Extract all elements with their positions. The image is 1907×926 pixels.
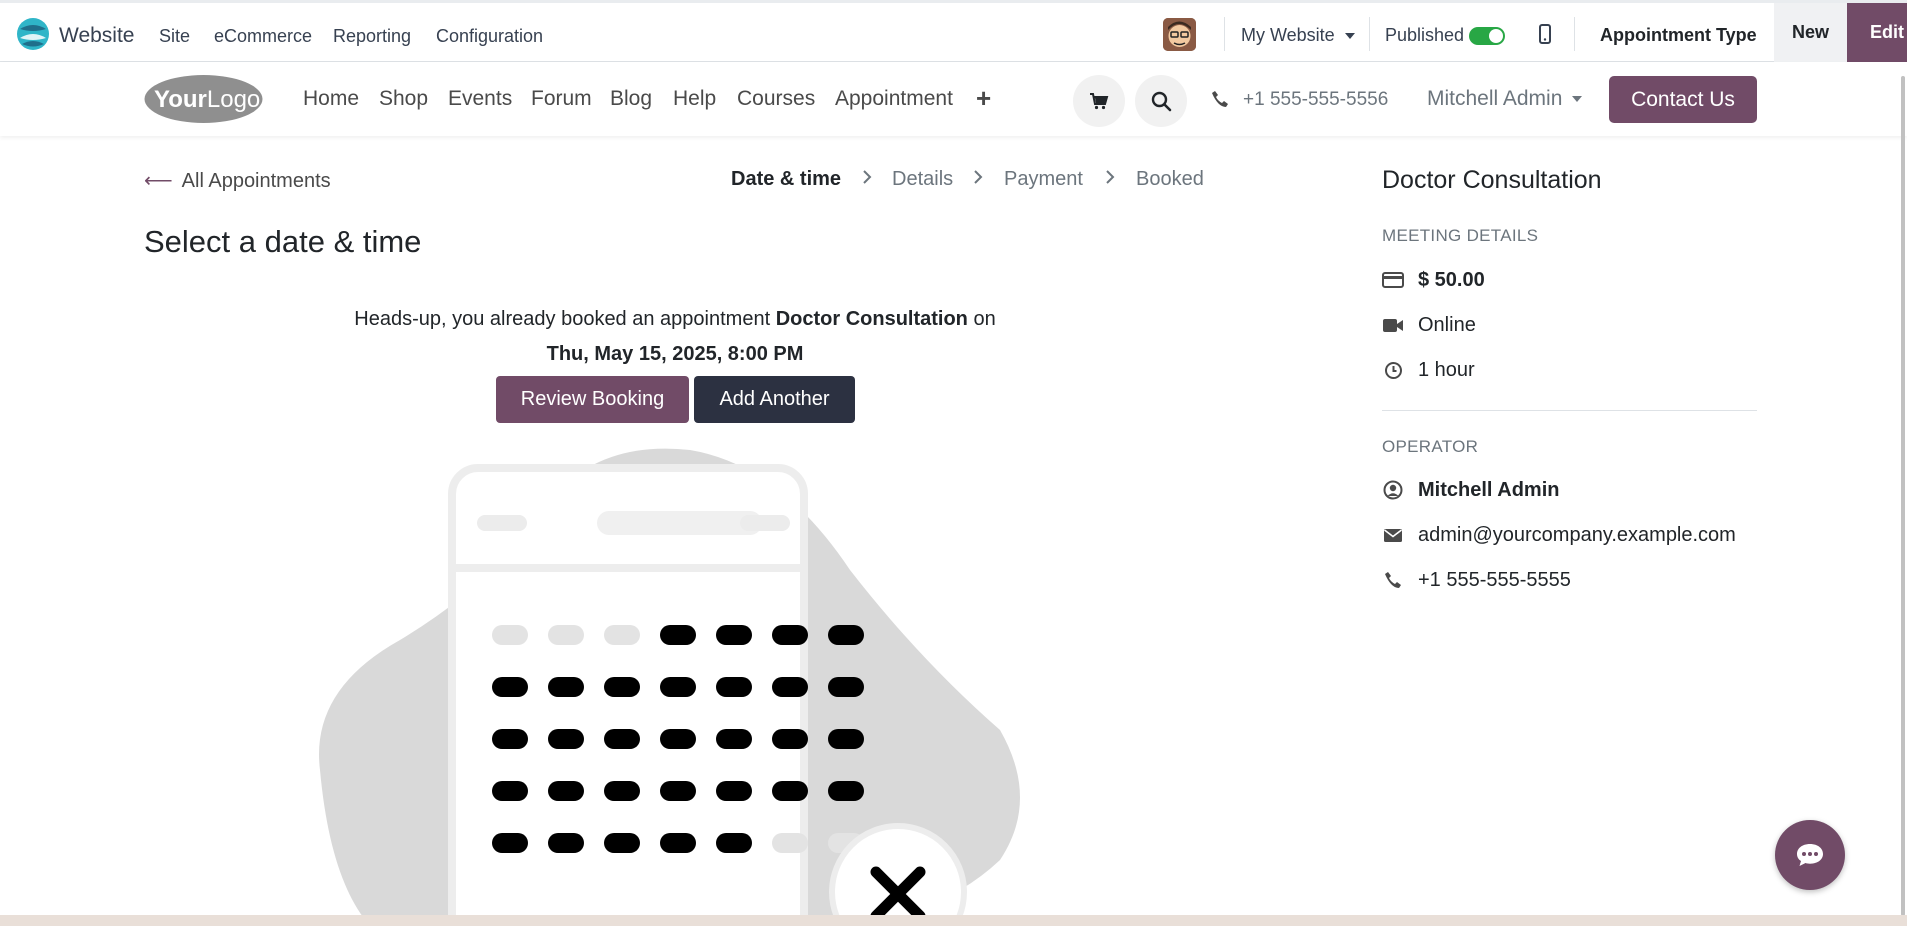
nav-forum[interactable]: Forum [531,87,592,111]
mobile-icon[interactable] [1539,24,1551,44]
nav-courses[interactable]: Courses [737,87,815,111]
divider [1224,17,1225,51]
app-name[interactable]: Website [59,24,134,48]
nav-home[interactable]: Home [303,87,359,111]
nav-phone-link[interactable]: +1 555-555-5556 [1243,89,1388,111]
divider [1574,17,1575,51]
edit-button[interactable]: Edit [1847,3,1907,62]
phone-icon [1212,91,1228,107]
page-scrollbar[interactable] [1899,62,1907,916]
menu-site[interactable]: Site [159,26,190,47]
scrollbar-thumb[interactable] [1901,76,1905,916]
admin-topbar: Website Site eCommerce Reporting Configu… [0,0,1907,62]
notice-on: on [973,308,996,330]
booking-notice: Heads-up, you already booked an appointm… [280,302,1070,372]
menu-ecommerce[interactable]: eCommerce [214,26,312,47]
operator-name-row: Mitchell Admin [1382,477,1559,503]
notice-appointment-name: Doctor Consultation [775,308,968,330]
operator-name: Mitchell Admin [1418,478,1560,501]
nav-shop[interactable]: Shop [379,87,428,111]
menu-configuration[interactable]: Configuration [436,26,543,47]
user-circle-icon [1382,479,1404,501]
user-menu-label: Mitchell Admin [1427,87,1563,110]
new-button[interactable]: New [1774,3,1847,62]
appointment-title: Doctor Consultation [1382,166,1602,194]
meeting-details-label: MEETING DETAILS [1382,226,1539,245]
duration-value: 1 hour [1418,358,1475,381]
user-menu-dropdown[interactable]: Mitchell Admin [1427,87,1583,111]
nav-appointment[interactable]: Appointment [835,87,953,111]
calendar-illustration [319,448,1020,926]
taskbar-edge [0,915,1907,926]
search-icon [1151,91,1171,111]
video-icon [1382,314,1404,336]
published-label: Published [1385,25,1465,45]
live-chat-button[interactable] [1775,820,1845,890]
cart-button[interactable] [1073,75,1125,127]
duration-row: 1 hour [1382,357,1475,383]
review-booking-button[interactable]: Review Booking [496,376,689,423]
chevron-down-icon [1344,33,1355,40]
step-date-time: Date & time [731,168,842,190]
add-another-button[interactable]: Add Another [694,376,855,423]
my-website-dropdown[interactable]: My Website [1241,25,1355,46]
chevron-right-icon [1106,170,1115,184]
website-app-icon[interactable] [16,17,50,51]
chevron-down-icon [1572,96,1583,103]
arrow-left-icon: ⟵ [144,170,173,192]
search-button[interactable] [1135,75,1187,127]
chevron-right-icon [863,170,872,184]
phone-icon [1382,569,1404,591]
price-value: $ 50.00 [1418,268,1485,291]
location-value: Online [1418,313,1476,336]
page-title: Select a date & time [144,224,422,259]
back-all-appointments-link[interactable]: ⟵ All Appointments [144,168,331,193]
menu-reporting[interactable]: Reporting [333,26,411,47]
step-payment: Payment [1004,168,1083,190]
step-booked: Booked [1136,168,1204,190]
operator-label: OPERATOR [1382,437,1479,456]
published-toggle[interactable] [1469,27,1505,45]
nav-events[interactable]: Events [448,87,512,111]
nav-blog[interactable]: Blog [610,87,652,111]
operator-email[interactable]: admin@yourcompany.example.com [1418,524,1736,547]
my-website-label: My Website [1241,25,1335,45]
add-menu-icon[interactable]: + [976,83,991,114]
contact-us-button[interactable]: Contact Us [1609,76,1757,123]
step-details: Details [892,168,954,190]
chevron-right-icon [974,170,983,184]
operator-phone[interactable]: +1 555-555-5555 [1418,569,1571,592]
cart-icon [1090,93,1109,110]
operator-phone-row: +1 555-555-5555 [1382,567,1571,593]
location-row: Online [1382,312,1476,338]
divider [1369,17,1370,51]
divider [1382,410,1757,411]
clock-icon [1382,359,1404,381]
user-avatar[interactable] [1163,18,1196,51]
credit-card-icon [1382,269,1404,291]
svg-text:YourLogo: YourLogo [154,86,260,113]
notice-datetime: Thu, May 15, 2025, 8:00 PM [546,343,804,365]
site-logo[interactable]: YourLogo [144,74,263,124]
notice-text: Heads-up, you already booked an appointm… [354,308,771,330]
website-navbar: YourLogo Home Shop Events Forum Blog Hel… [0,62,1907,136]
price-row: $ 50.00 [1382,267,1485,293]
back-link-label: All Appointments [181,170,331,192]
appointment-type-button[interactable]: Appointment Type [1600,25,1757,46]
envelope-icon [1382,524,1404,546]
operator-email-row: admin@yourcompany.example.com [1382,522,1736,548]
chat-icon [1797,844,1823,866]
nav-help[interactable]: Help [673,87,716,111]
